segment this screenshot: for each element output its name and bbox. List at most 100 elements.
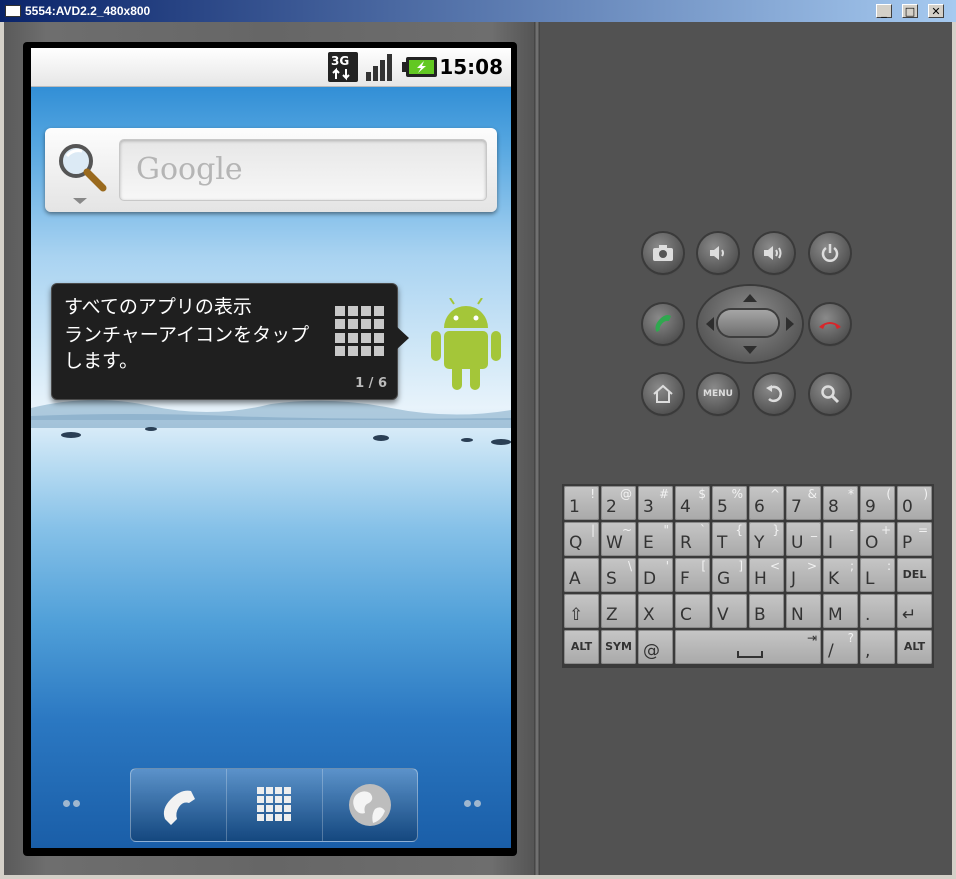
key-e[interactable]: E " — [638, 522, 673, 556]
page-indicator-left[interactable] — [63, 800, 80, 807]
key-d[interactable]: D ' — [638, 558, 673, 592]
key-b[interactable]: B — [749, 594, 784, 628]
end-call-icon — [819, 322, 841, 329]
key-2[interactable]: 2 @ — [601, 486, 636, 520]
key-6[interactable]: 6 ^ — [749, 486, 784, 520]
key-main-label: D — [643, 569, 657, 589]
key-r[interactable]: R ` — [675, 522, 710, 556]
minimize-button[interactable]: _ — [876, 4, 892, 18]
search-hw-button[interactable] — [810, 374, 850, 414]
dpad[interactable] — [698, 286, 802, 362]
key-i[interactable]: I- — [823, 522, 858, 556]
home-button[interactable] — [643, 374, 683, 414]
key-p[interactable]: P = — [897, 522, 932, 556]
key-f[interactable]: F[ — [675, 558, 710, 592]
key-g[interactable]: G] — [712, 558, 747, 592]
key-4[interactable]: 4 $ — [675, 486, 710, 520]
key-alt-label: ~ — [621, 523, 632, 537]
status-bar: 3G 15:08 — [31, 48, 511, 87]
key-main-label: I — [828, 533, 834, 553]
page-indicator-right[interactable] — [464, 800, 481, 807]
phone-screen[interactable]: 3G 15:08 Google すべてのアプリの表示 ランチャーアイコンをタップ… — [31, 48, 511, 848]
key-slash[interactable]: /? — [823, 630, 858, 664]
key-o[interactable]: O + — [860, 522, 895, 556]
dpad-up-icon[interactable] — [743, 294, 757, 302]
key-j[interactable]: J > — [786, 558, 821, 592]
power-icon — [821, 244, 839, 262]
key-7[interactable]: 7 & — [786, 486, 821, 520]
key-1[interactable]: 1! — [564, 486, 599, 520]
key-main-label: E — [643, 533, 654, 553]
key-c[interactable]: C — [675, 594, 710, 628]
menu-button[interactable]: MENU — [698, 374, 738, 414]
key-sym-label: SYM — [605, 640, 632, 653]
key-alt-label: ( — [886, 487, 891, 501]
maximize-button[interactable]: □ — [902, 4, 918, 18]
key-del[interactable]: DEL — [897, 558, 932, 592]
key-x[interactable]: X — [638, 594, 673, 628]
volume-down-button[interactable] — [698, 233, 738, 273]
key-shift[interactable]: ⇧ — [564, 594, 599, 628]
key-alt-right[interactable]: ALT — [897, 630, 932, 664]
key-k[interactable]: K; — [823, 558, 858, 592]
key-main-label: 8 — [828, 497, 839, 517]
key-alt-label: ; — [849, 559, 854, 573]
search-input[interactable]: Google — [119, 139, 487, 201]
key-alt-left[interactable]: ALT — [564, 630, 599, 664]
volume-up-button[interactable] — [754, 233, 794, 273]
key-z[interactable]: Z — [601, 594, 636, 628]
key-q[interactable]: Q | — [564, 522, 599, 556]
dpad-down-icon[interactable] — [743, 346, 757, 354]
google-search-widget[interactable]: Google — [45, 128, 497, 212]
key-main-label: U — [791, 533, 804, 553]
emulator-window: 3G 15:08 Google すべてのアプリの表示 ランチャーアイコンをタップ… — [4, 22, 952, 875]
key-at[interactable]: @ — [638, 630, 673, 664]
key-a[interactable]: A — [564, 558, 599, 592]
power-button[interactable] — [810, 233, 850, 273]
key-alt-label: ] — [738, 559, 743, 573]
volume-down-icon — [710, 246, 724, 260]
dpad-right-icon[interactable] — [786, 317, 794, 331]
key-space[interactable]: ⇥ — [675, 630, 821, 664]
dock-browser-button[interactable] — [323, 769, 418, 841]
key-period[interactable]: . — [860, 594, 895, 628]
key-main-label: M — [828, 605, 843, 625]
key-n[interactable]: N — [786, 594, 821, 628]
key-main-label: L — [865, 569, 875, 589]
camera-button[interactable] — [643, 233, 683, 273]
dock-phone-button[interactable] — [131, 769, 227, 841]
key-5[interactable]: 5% — [712, 486, 747, 520]
key-sym[interactable]: SYM — [601, 630, 636, 664]
key-s[interactable]: S \ — [601, 558, 636, 592]
key-9[interactable]: 9( — [860, 486, 895, 520]
network-3g-icon: 3G — [328, 52, 358, 82]
key-main-label: 2 — [606, 497, 617, 517]
dpad-left-icon[interactable] — [706, 317, 714, 331]
key-8[interactable]: 8 * — [823, 486, 858, 520]
key-l[interactable]: L: — [860, 558, 895, 592]
key-t[interactable]: T{ — [712, 522, 747, 556]
key-enter[interactable]: ↵ — [897, 594, 932, 628]
key-u[interactable]: U _ — [786, 522, 821, 556]
key-w[interactable]: W ~ — [601, 522, 636, 556]
key-main-label: N — [791, 605, 804, 625]
key-v[interactable]: V — [712, 594, 747, 628]
call-button[interactable] — [643, 304, 683, 344]
key-h[interactable]: H < — [749, 558, 784, 592]
close-button[interactable]: ✕ — [928, 4, 944, 18]
key-m[interactable]: M — [823, 594, 858, 628]
dock-launcher-button[interactable] — [227, 769, 323, 841]
back-button[interactable] — [754, 374, 794, 414]
dpad-center-button[interactable] — [718, 310, 778, 336]
search-icon[interactable] — [55, 140, 109, 194]
key-alt-label: } — [772, 523, 780, 537]
key-0[interactable]: 0) — [897, 486, 932, 520]
key-3[interactable]: 3 # — [638, 486, 673, 520]
key-y[interactable]: Y} — [749, 522, 784, 556]
end-call-button[interactable] — [810, 304, 850, 344]
search-source-chevron-icon[interactable] — [73, 198, 87, 204]
launcher-tip-bubble[interactable]: すべてのアプリの表示 ランチャーアイコンをタップ します。 1 / 6 — [51, 283, 409, 400]
key-main-label: P — [902, 533, 913, 553]
key-alt-label: @ — [620, 487, 632, 501]
key-comma[interactable]: , — [860, 630, 895, 664]
